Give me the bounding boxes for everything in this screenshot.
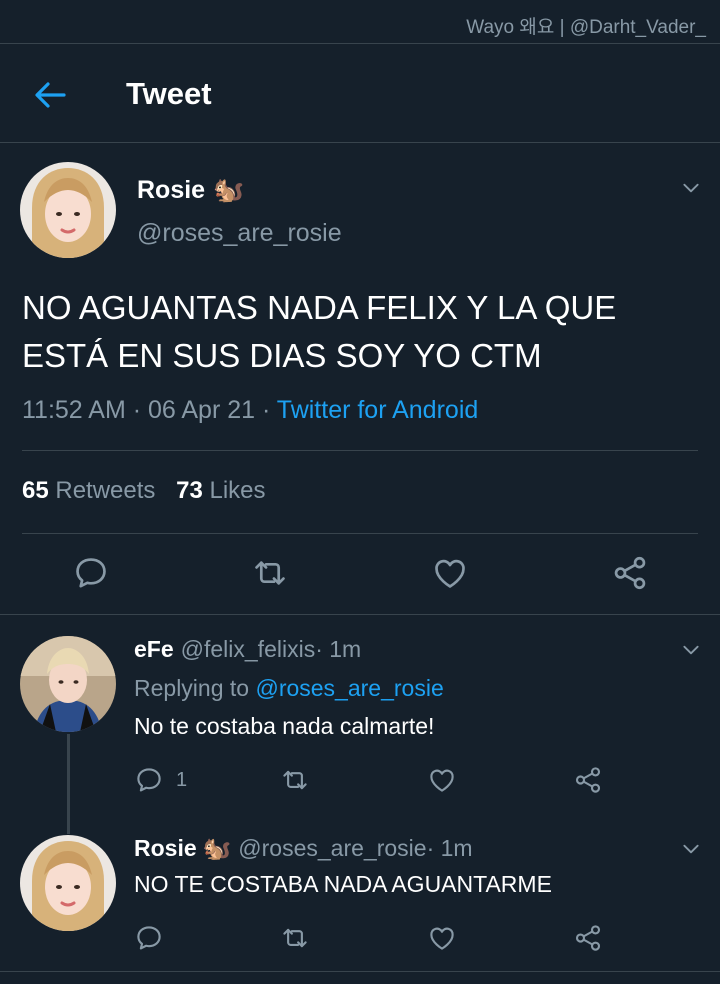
- chevron-down-icon[interactable]: [678, 839, 704, 859]
- page-title: Tweet: [126, 76, 212, 111]
- likes-stat[interactable]: 73 Likes: [176, 477, 265, 504]
- reply-button[interactable]: [72, 554, 110, 592]
- reply-timestamp: · 1m: [426, 835, 473, 861]
- reply-text: NO TE COSTABA NADA AGUANTARME: [134, 871, 552, 897]
- divider: [0, 971, 720, 972]
- reply-icon: [134, 765, 164, 795]
- replying-to-label: Replying to: [134, 675, 256, 701]
- tweet-source-link[interactable]: Twitter for Android: [277, 396, 478, 424]
- retweet-icon: [280, 923, 310, 953]
- retweets-count: 65: [22, 477, 49, 504]
- retweet-button[interactable]: [280, 765, 310, 795]
- like-button[interactable]: [427, 765, 457, 795]
- share-button[interactable]: [611, 554, 649, 592]
- avatar[interactable]: [20, 162, 116, 258]
- replying-to: Replying to @roses_are_rosie: [134, 675, 444, 702]
- tweet-stats: 65 Retweets 73 Likes: [22, 477, 266, 505]
- retweet-button[interactable]: [251, 554, 289, 592]
- reply-text: No te costaba nada calmarte!: [134, 713, 435, 739]
- heart-icon: [427, 923, 457, 953]
- chevron-down-icon[interactable]: [678, 640, 704, 660]
- retweet-icon: [280, 765, 310, 795]
- share-button[interactable]: [573, 765, 603, 795]
- like-button[interactable]: [431, 554, 469, 592]
- tweet-text: NO AGUANTAS NADA FELIX Y LA QUE ESTÁ EN …: [22, 289, 617, 374]
- reply-author-row[interactable]: eFe @felix_felixis · 1m: [134, 636, 361, 663]
- divider: [22, 450, 698, 451]
- share-icon: [573, 765, 603, 795]
- avatar[interactable]: [20, 636, 116, 732]
- reply-author-name[interactable]: eFe: [134, 636, 174, 663]
- likes-label: Likes: [209, 477, 266, 504]
- reply-button[interactable]: 1: [134, 765, 187, 795]
- retweet-icon: [251, 554, 289, 592]
- reply-author-handle[interactable]: @roses_are_rosie: [238, 835, 426, 862]
- like-button[interactable]: [427, 923, 457, 953]
- retweet-button[interactable]: [280, 923, 310, 953]
- tweet-timestamp[interactable]: 11:52 AM · 06 Apr 21 ·: [22, 396, 277, 424]
- likes-count: 73: [176, 477, 203, 504]
- back-arrow-icon[interactable]: [30, 76, 70, 114]
- retweets-label: Retweets: [55, 477, 156, 504]
- reply-button[interactable]: [134, 923, 164, 953]
- chevron-down-icon[interactable]: [678, 178, 704, 198]
- squirrel-icon: 🐿️: [213, 176, 245, 204]
- share-icon: [611, 554, 649, 592]
- thread-line: [67, 734, 70, 834]
- heart-icon: [427, 765, 457, 795]
- reply-icon: [72, 554, 110, 592]
- reply-author-row[interactable]: Rosie 🐿️ @roses_are_rosie · 1m: [134, 835, 473, 862]
- reply-author-name[interactable]: Rosie: [134, 835, 197, 862]
- retweets-stat[interactable]: 65 Retweets: [22, 477, 155, 504]
- author-handle[interactable]: @roses_are_rosie: [137, 219, 342, 248]
- squirrel-icon: 🐿️: [202, 835, 232, 861]
- tweet-meta: 11:52 AM · 06 Apr 21 · Twitter for Andro…: [22, 396, 478, 425]
- reply-count: 1: [176, 768, 188, 791]
- replying-to-handle[interactable]: @roses_are_rosie: [255, 675, 443, 701]
- divider: [0, 43, 720, 44]
- reply-author-handle[interactable]: @felix_felixis: [181, 636, 316, 663]
- heart-icon: [431, 554, 469, 592]
- divider: [0, 142, 720, 143]
- reply-timestamp: · 1m: [315, 636, 362, 662]
- reply-icon: [134, 923, 164, 953]
- divider: [22, 533, 698, 534]
- share-icon: [573, 923, 603, 953]
- watermark: Wayo 왜요 | @Darht_Vader_: [466, 17, 706, 38]
- divider: [0, 614, 720, 615]
- share-button[interactable]: [573, 923, 603, 953]
- author-name-row[interactable]: Rosie 🐿️: [137, 176, 244, 205]
- author-name[interactable]: Rosie: [137, 176, 205, 205]
- avatar[interactable]: [20, 835, 116, 931]
